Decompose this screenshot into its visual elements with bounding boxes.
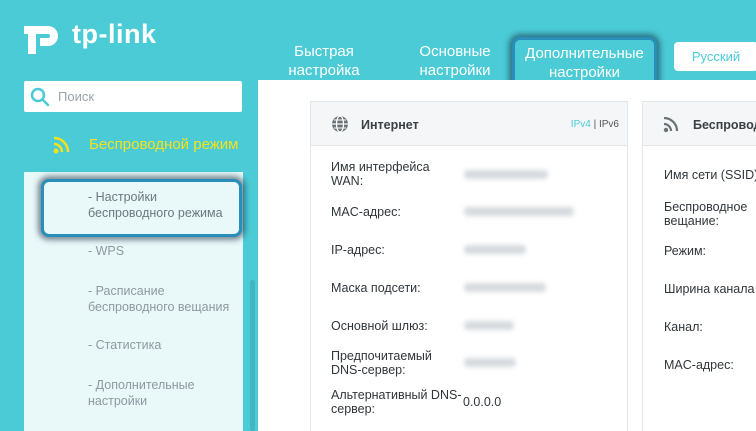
sidebar-item-statistics[interactable]: - Статистика: [88, 337, 238, 353]
channel-label: Канал:: [664, 320, 703, 334]
wireless-card-icon: [663, 116, 679, 133]
wan-interface-value: [464, 170, 548, 179]
sidebar-item-wireless-settings[interactable]: - Настройки беспроводного режима: [88, 189, 238, 221]
ip-version-toggle[interactable]: IPv4 | IPv6: [571, 119, 619, 130]
ssid-label: Имя сети (SSID): [664, 168, 756, 182]
secondary-dns-label: Альтернативный DNS-сервер:: [331, 388, 462, 416]
mac-address-value: [464, 207, 574, 216]
logo-text: tp-link: [72, 18, 157, 49]
wireless-mac-label: MAC-адрес:: [664, 358, 734, 372]
ip-address-value: [464, 245, 526, 254]
internet-card-header: Интернет IPv4 | IPv6: [311, 102, 627, 146]
sidebar-section-label: Беспроводной режим: [89, 136, 239, 153]
ip-address-label: IP-адрес:: [331, 243, 385, 257]
globe-icon: [332, 115, 348, 133]
sidebar-item-wps[interactable]: - WPS: [88, 243, 238, 259]
sidebar-item-advanced[interactable]: - Дополнительные настройки: [88, 377, 238, 409]
mac-address-label: MAC-адрес:: [331, 205, 401, 219]
gateway-value: [464, 321, 514, 330]
ipv-separator: |: [593, 119, 597, 130]
wan-interface-label: Имя интерфейса WAN:: [331, 160, 430, 188]
secondary-dns-value: 0.0.0.0: [463, 395, 502, 409]
mode-label: Режим:: [664, 244, 707, 258]
nav-basic-settings[interactable]: Основные настройки: [411, 42, 499, 80]
sidebar-scrollbar[interactable]: [250, 280, 255, 431]
search-placeholder: Поиск: [58, 89, 95, 104]
subnet-mask-label: Маска подсети:: [331, 281, 421, 295]
wireless-card-header: Беспроводной: [643, 102, 756, 146]
subnet-mask-value: [464, 283, 546, 292]
primary-dns-label: Предпочитаемый DNS-сервер:: [331, 349, 432, 377]
ipv6-tab[interactable]: IPv6: [599, 119, 619, 130]
search-icon: [30, 87, 50, 106]
channel-width-label: Ширина канала: [664, 282, 755, 296]
search-input[interactable]: Поиск: [24, 81, 242, 112]
tp-link-logo[interactable]: tp-link: [22, 14, 157, 54]
sidebar-item-schedule[interactable]: - Расписание беспроводного вещания: [88, 283, 238, 315]
wireless-icon: [53, 136, 70, 154]
primary-dns-value: [464, 358, 516, 367]
internet-card: Интернет IPv4 | IPv6: [310, 101, 628, 431]
gateway-label: Основной шлюз:: [331, 319, 428, 333]
internet-card-title: Интернет: [361, 118, 419, 132]
nav-quick-setup[interactable]: Быстрая настройка: [282, 42, 366, 80]
ipv4-tab[interactable]: IPv4: [571, 119, 591, 130]
tp-link-logo-icon: [24, 26, 58, 54]
broadcast-label: Беспроводное вещание:: [664, 200, 748, 228]
wireless-card-title: Беспроводной: [693, 118, 756, 132]
wireless-card: Беспроводной: [642, 101, 756, 431]
language-select[interactable]: Русский: [674, 42, 756, 71]
